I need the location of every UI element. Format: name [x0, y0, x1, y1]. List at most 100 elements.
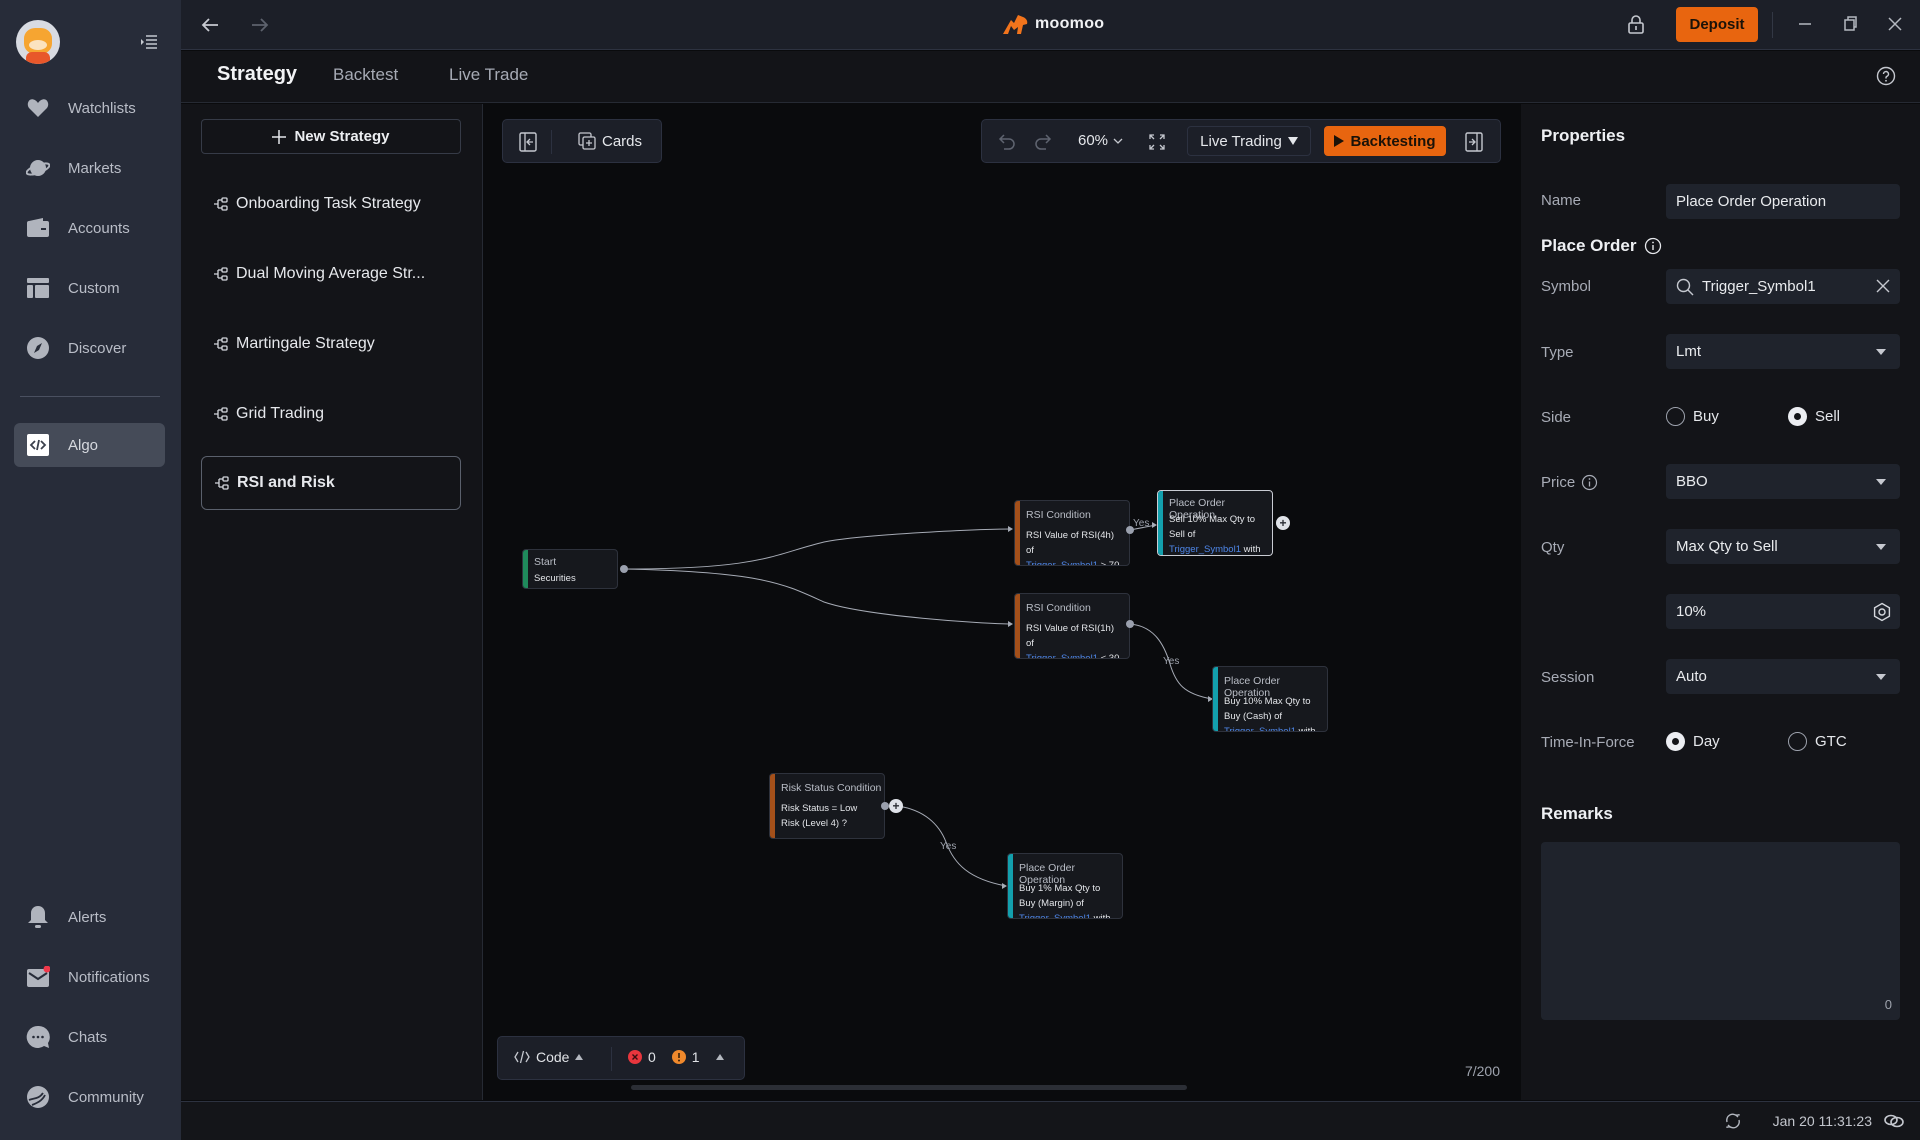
- sidebar-item-markets[interactable]: Markets: [14, 146, 165, 190]
- caret-down-icon: [1876, 674, 1886, 680]
- flow-node-rsi-condition[interactable]: RSI Condition RSI Value of RSI(4h) of Tri…: [1014, 500, 1130, 566]
- sidebar-item-chats[interactable]: Chats: [14, 1015, 165, 1059]
- caret-up-icon: [575, 1054, 584, 1060]
- strategy-item[interactable]: Onboarding Task Strategy: [201, 177, 461, 231]
- sidebar-item-label: Discover: [68, 339, 127, 357]
- name-label: Name: [1541, 192, 1582, 209]
- restore-icon[interactable]: [1840, 14, 1860, 34]
- code-toggle-button[interactable]: Code: [514, 1049, 584, 1065]
- sidebar-item-label: Alerts: [68, 908, 107, 926]
- top-tabs: Strategy Backtest Live Trade: [181, 51, 1920, 103]
- strategy-item-active[interactable]: RSI and Risk: [201, 456, 461, 510]
- info-icon[interactable]: [1581, 474, 1598, 491]
- plus-icon: [272, 129, 287, 144]
- flow-node-risk-status-condition[interactable]: Risk Status Condition Risk Status = Low …: [769, 773, 885, 839]
- tif-gtc-radio[interactable]: GTC: [1788, 732, 1847, 751]
- sidebar-item-community[interactable]: Community: [14, 1075, 165, 1119]
- wallet-icon: [26, 216, 50, 240]
- session-dropdown[interactable]: Auto: [1666, 659, 1900, 694]
- price-dropdown[interactable]: BBO: [1666, 464, 1900, 499]
- sidebar-item-algo[interactable]: Algo: [14, 423, 165, 467]
- qty-label: Qty: [1541, 539, 1565, 556]
- forward-arrow-icon[interactable]: [249, 14, 271, 36]
- radio-unchecked-icon: [1666, 407, 1685, 426]
- qty-dropdown[interactable]: Max Qty to Sell: [1666, 529, 1900, 564]
- flow-node-start[interactable]: Start Securities Strategy: [522, 549, 618, 589]
- avatar[interactable]: [16, 20, 60, 64]
- side-sell-radio[interactable]: Sell: [1788, 407, 1840, 426]
- remarks-textarea[interactable]: 0: [1541, 842, 1900, 1020]
- tab-live-trade[interactable]: Live Trade: [449, 65, 528, 85]
- community-icon: [26, 1085, 50, 1109]
- flow-icon: [214, 267, 228, 281]
- output-port[interactable]: [881, 802, 889, 810]
- flow-node-place-order-buy-margin[interactable]: Place Order Operation Buy 1% Max Qty to …: [1007, 853, 1123, 919]
- refresh-icon[interactable]: [1724, 1112, 1742, 1130]
- warning-icon: [671, 1050, 686, 1064]
- remarks-char-count: 0: [1884, 997, 1892, 1012]
- caret-up-icon: [715, 1054, 724, 1060]
- status-time: Jan 20 11:31:23: [1772, 1113, 1872, 1129]
- flow-node-place-order-sell[interactable]: Place Order Operation Sell 10% Max Qty t…: [1157, 490, 1273, 556]
- collapse-sidebar-icon[interactable]: [140, 34, 158, 50]
- close-icon[interactable]: [1885, 14, 1905, 34]
- tif-day-radio[interactable]: Day: [1666, 732, 1720, 751]
- caret-down-icon: [1876, 479, 1886, 485]
- symbol-search-input[interactable]: Trigger_Symbol1: [1666, 269, 1900, 304]
- error-icon: [628, 1050, 642, 1064]
- flow-edges: [623, 522, 1213, 889]
- code-icon: [26, 433, 50, 457]
- type-dropdown[interactable]: Lmt: [1666, 334, 1900, 369]
- sidebar-item-discover[interactable]: Discover: [14, 326, 165, 370]
- connection-link-icon[interactable]: [1884, 1113, 1904, 1129]
- sidebar-item-alerts[interactable]: Alerts: [14, 895, 165, 939]
- layout-icon: [26, 276, 50, 300]
- code-issues-panel: Code 0 1: [497, 1036, 745, 1080]
- strategy-item[interactable]: Grid Trading: [201, 387, 461, 441]
- side-buy-radio[interactable]: Buy: [1666, 407, 1719, 426]
- clear-icon[interactable]: [1876, 279, 1890, 293]
- new-strategy-button[interactable]: New Strategy: [201, 119, 461, 154]
- add-node-button[interactable]: +: [889, 799, 903, 813]
- output-port[interactable]: [620, 565, 628, 573]
- radio-unchecked-icon: [1788, 732, 1807, 751]
- flow-icon: [215, 476, 229, 490]
- flow-node-place-order-buy-cash[interactable]: Place Order Operation Buy 10% Max Qty to…: [1212, 666, 1328, 732]
- name-input[interactable]: Place Order Operation: [1666, 184, 1900, 219]
- issues-toggle-button[interactable]: 0 1: [628, 1049, 724, 1065]
- flow-canvas[interactable]: Cards 60% Live Trading Backtesting Start: [484, 104, 1520, 1100]
- side-label: Side: [1541, 409, 1572, 426]
- strategy-item[interactable]: Dual Moving Average Str...: [201, 247, 461, 301]
- code-icon: [514, 1050, 530, 1064]
- tab-backtest[interactable]: Backtest: [333, 65, 398, 85]
- back-arrow-icon[interactable]: [199, 14, 221, 36]
- symbol-label: Symbol: [1541, 278, 1592, 295]
- properties-panel: Properties Name Place Order Operation Pl…: [1521, 104, 1920, 1100]
- help-icon[interactable]: [1876, 66, 1896, 86]
- info-icon[interactable]: [1644, 237, 1662, 255]
- sidebar-item-notifications[interactable]: Notifications: [14, 955, 165, 999]
- caret-down-icon: [1876, 349, 1886, 355]
- sidebar-item-label: Custom: [68, 279, 120, 297]
- tab-strategy[interactable]: Strategy: [217, 63, 297, 86]
- add-node-button[interactable]: +: [1276, 516, 1290, 530]
- lock-icon[interactable]: [1627, 14, 1645, 34]
- remarks-title: Remarks: [1541, 804, 1613, 823]
- flow-node-rsi-condition[interactable]: RSI Condition RSI Value of RSI(1h) of Tri…: [1014, 593, 1130, 659]
- output-port[interactable]: [1126, 620, 1134, 628]
- sidebar-item-label: Markets: [68, 159, 122, 177]
- minimize-icon[interactable]: [1795, 14, 1815, 34]
- settings-hex-icon[interactable]: [1872, 602, 1892, 622]
- sidebar-item-custom[interactable]: Custom: [14, 266, 165, 310]
- strategy-item[interactable]: Martingale Strategy: [201, 317, 461, 371]
- radio-checked-icon: [1666, 732, 1685, 751]
- sidebar-item-label: Community: [68, 1088, 144, 1106]
- edge-start-rsi1: [623, 528, 1013, 570]
- sidebar-item-watchlists[interactable]: Watchlists: [14, 86, 165, 130]
- edge-label-yes: Yes: [940, 841, 957, 852]
- moomoo-logo: moomoo: [1003, 14, 1104, 34]
- sidebar-item-accounts[interactable]: Accounts: [14, 206, 165, 250]
- qty-percent-input[interactable]: 10%: [1666, 594, 1900, 629]
- deposit-button[interactable]: Deposit: [1676, 7, 1758, 42]
- horizontal-scrollbar[interactable]: [631, 1085, 1187, 1090]
